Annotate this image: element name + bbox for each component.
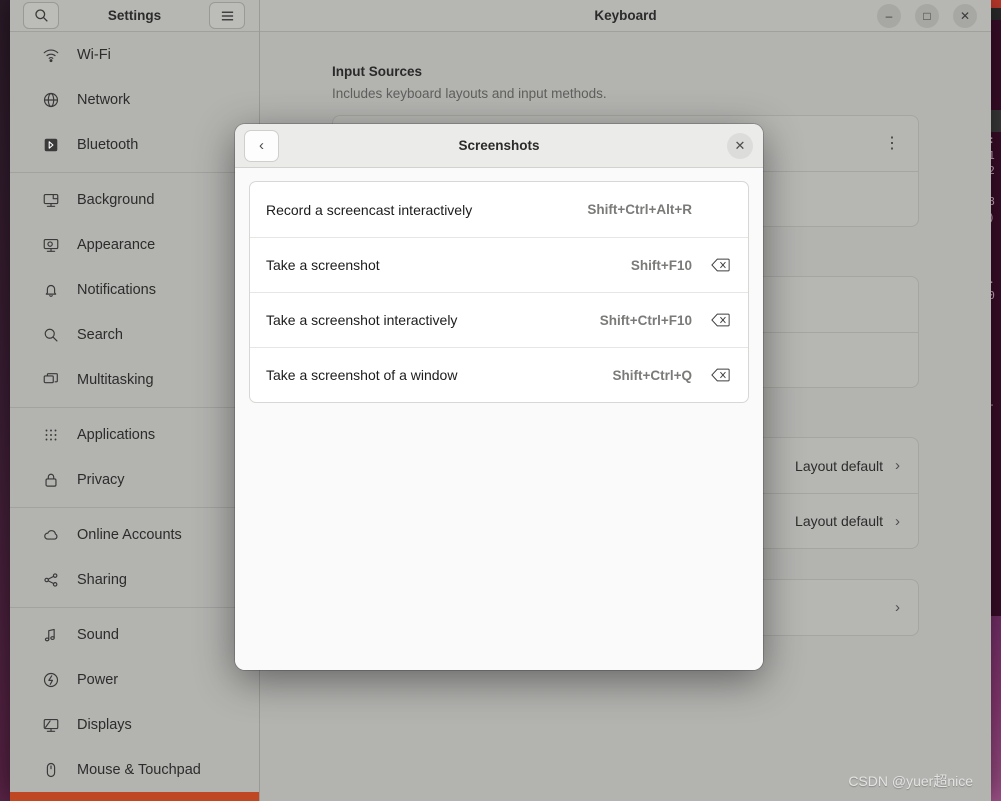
sidebar-item-applications[interactable]: Applications›	[10, 412, 259, 457]
shortcut-name: Record a screencast interactively	[266, 201, 473, 218]
sidebar-item-label: Sharing	[77, 571, 127, 588]
dialog-title: Screenshots	[458, 138, 540, 153]
shortcut-row[interactable]: Record a screencast interactively Shift+C…	[250, 182, 748, 237]
network-globe-icon	[40, 89, 62, 111]
sidebar-item-label: Sound	[77, 626, 119, 643]
sidebar-item-label: Search	[77, 326, 123, 343]
cloud-icon	[40, 524, 62, 546]
background-icon	[40, 189, 62, 211]
sidebar-item-label: Mouse & Touchpad	[77, 761, 201, 778]
alternate-chars-value: Layout default	[795, 457, 883, 474]
shortcut-name: Take a screenshot interactively	[266, 312, 458, 328]
sidebar-item-power[interactable]: Power	[10, 657, 259, 702]
sidebar-nav-list: Wi-Fi Network Bluetooth Background Appearanc…	[10, 32, 259, 801]
sidebar-item-appearance[interactable]: Appearance	[10, 222, 259, 267]
shortcut-list: Record a screencast interactively Shift+C…	[249, 181, 749, 403]
hamburger-menu-icon[interactable]	[209, 2, 245, 29]
bluetooth-icon	[40, 134, 62, 156]
chevron-right-icon: ›	[895, 457, 900, 474]
sidebar-item-label: Online Accounts	[77, 526, 182, 543]
sidebar-item-search[interactable]: Search	[10, 312, 259, 357]
sound-note-icon	[40, 624, 62, 646]
apps-grid-icon	[40, 424, 62, 446]
sidebar-item-sharing[interactable]: Sharing	[10, 557, 259, 602]
compose-key-value: Layout default	[795, 513, 883, 529]
shortcut-row[interactable]: Take a screenshot Shift+F10	[250, 237, 748, 292]
shortcut-name: Take a screenshot	[266, 257, 380, 273]
backspace-icon[interactable]	[708, 256, 732, 274]
sidebar-item-network[interactable]: Network	[10, 77, 259, 122]
sidebar-header: Settings	[10, 0, 259, 32]
sidebar-separator	[10, 407, 259, 408]
input-sources-title: Input Sources	[332, 64, 423, 79]
power-icon	[40, 669, 62, 691]
shortcut-accelerator: Shift+Ctrl+F10	[599, 312, 692, 328]
sidebar-item-label: Background	[77, 191, 155, 208]
shortcut-row[interactable]: Take a screenshot of a window Shift+Ctrl+…	[250, 347, 748, 402]
mouse-icon	[40, 759, 62, 781]
sidebar-item-keyboard[interactable]: Keyboard	[10, 792, 259, 801]
sidebar-item-label: Power	[77, 671, 119, 688]
sidebar-item-background[interactable]: Background	[10, 177, 259, 222]
sidebar-item-multitasking[interactable]: Multitasking	[10, 357, 259, 402]
sidebar-item-label: Privacy	[77, 471, 125, 488]
multitasking-icon	[40, 369, 62, 391]
share-icon	[40, 569, 62, 591]
sidebar-item-label: Bluetooth	[77, 136, 139, 153]
sidebar-separator	[10, 507, 259, 508]
input-sources-subtitle: Includes keyboard layouts and input meth…	[332, 86, 607, 101]
sidebar-item-sound[interactable]: Sound	[10, 612, 259, 657]
sidebar-item-mouse-touchpad[interactable]: Mouse & Touchpad	[10, 747, 259, 792]
sidebar-item-notifications[interactable]: Notifications	[10, 267, 259, 312]
chevron-right-icon: ›	[895, 599, 900, 616]
sidebar-item-privacy[interactable]: Privacy›	[10, 457, 259, 502]
screenshots-dialog: ‹ Screenshots ✕ Record a screencast inte…	[235, 124, 763, 670]
sidebar-item-label: Notifications	[77, 281, 156, 298]
dialog-body: Record a screencast interactively Shift+C…	[235, 168, 763, 670]
minimize-button[interactable]: –	[877, 4, 901, 28]
maximize-button[interactable]: □	[915, 4, 939, 28]
dialog-header: ‹ Screenshots ✕	[235, 124, 763, 168]
sidebar-item-displays[interactable]: Displays	[10, 702, 259, 747]
sidebar-item-label: Displays	[77, 716, 132, 733]
sidebar-item-label: Applications	[77, 426, 156, 443]
chevron-right-icon: ›	[895, 512, 900, 530]
sidebar-item-online-accounts[interactable]: Online Accounts	[10, 512, 259, 557]
chevron-left-icon[interactable]: ‹	[244, 129, 279, 162]
backspace-icon[interactable]	[708, 311, 732, 329]
settings-sidebar: Settings Wi-Fi Network Bluetooth Background…	[10, 0, 260, 801]
sidebar-separator	[10, 607, 259, 608]
shortcut-name: Take a screenshot of a window	[266, 367, 458, 383]
sidebar-item-wi-fi[interactable]: Wi-Fi	[10, 32, 259, 77]
shortcut-row[interactable]: Take a screenshot interactively Shift+Ctr…	[250, 292, 748, 347]
backspace-icon[interactable]	[708, 366, 732, 384]
sidebar-separator	[10, 172, 259, 173]
appearance-icon	[40, 234, 62, 256]
search-icon	[40, 324, 62, 346]
sidebar-item-bluetooth[interactable]: Bluetooth	[10, 122, 259, 167]
shortcut-accelerator: Shift+Ctrl+Alt+R	[587, 202, 692, 217]
close-icon[interactable]: ✕	[727, 132, 753, 159]
shortcut-accelerator: Shift+Ctrl+Q	[612, 367, 692, 383]
sidebar-item-label: Appearance	[77, 236, 156, 253]
wifi-icon	[40, 44, 62, 66]
search-icon[interactable]	[23, 2, 59, 29]
sidebar-item-label: Network	[77, 91, 131, 108]
close-button[interactable]: ✕	[953, 4, 977, 28]
sidebar-item-label: Wi-Fi	[77, 46, 111, 63]
sidebar-item-label: Multitasking	[77, 371, 154, 388]
lock-icon	[40, 469, 62, 491]
bell-icon	[40, 279, 62, 301]
display-icon	[40, 714, 62, 736]
window-titlebar: Keyboard – □ ✕	[260, 0, 991, 32]
shortcut-accelerator: Shift+F10	[630, 257, 692, 273]
vertical-dots-icon[interactable]: ⋮	[884, 135, 900, 151]
